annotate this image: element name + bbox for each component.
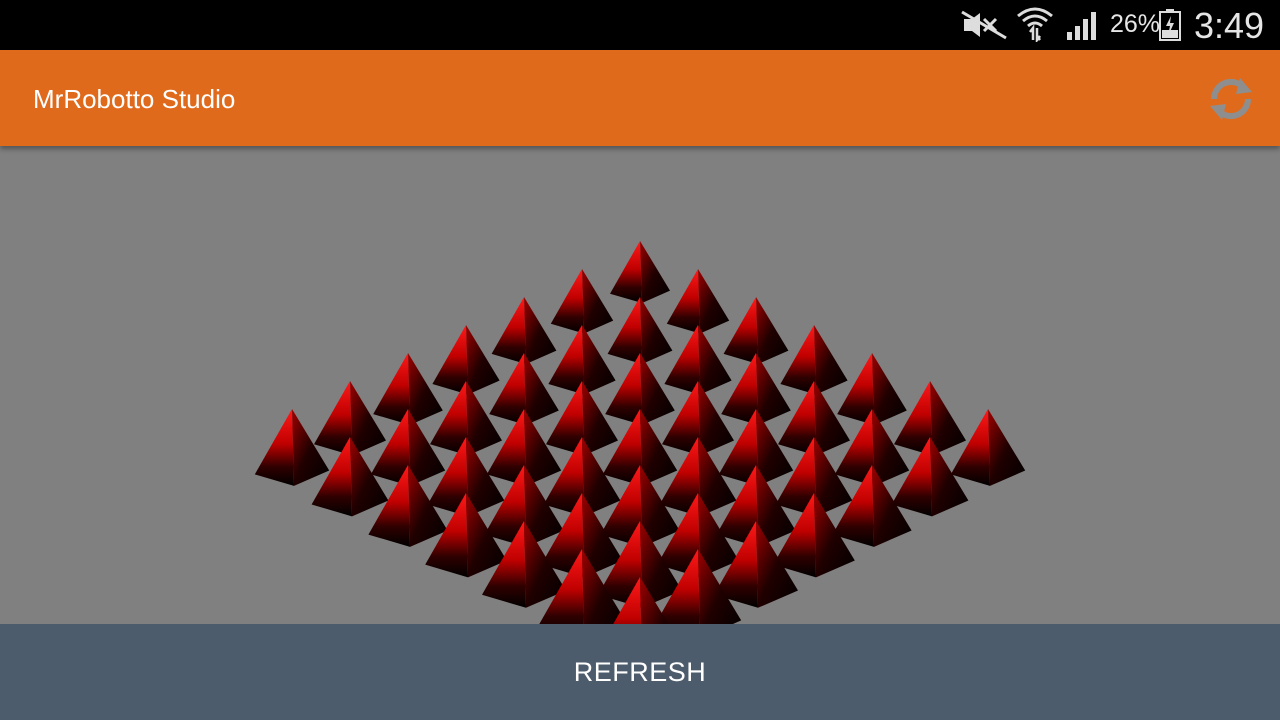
signal-icon [1067,12,1096,40]
pyramid [950,409,1026,486]
pyramid-scene [254,241,1026,624]
wifi-icon [1017,7,1053,42]
pyramid [891,437,969,517]
app-title: MrRobotto Studio [33,84,236,114]
pyramid [666,269,730,334]
sync-refresh-icon [1210,78,1252,120]
pyramid [311,437,389,517]
clock: 3:49 [1194,5,1265,46]
mute-icon [961,10,1007,40]
app-bar: MrRobotto Studio [0,50,1280,146]
battery-icon [1159,9,1181,41]
gl-surface-view[interactable] [0,146,1280,624]
pyramid [254,409,330,486]
battery-percent: 26% [1110,10,1161,38]
sync-refresh-button[interactable] [1204,72,1258,126]
pyramid [610,241,670,303]
refresh-button[interactable]: REFRESH [0,624,1280,720]
status-bar: 26% 3:49 [0,0,1280,50]
pyramid [550,269,614,334]
